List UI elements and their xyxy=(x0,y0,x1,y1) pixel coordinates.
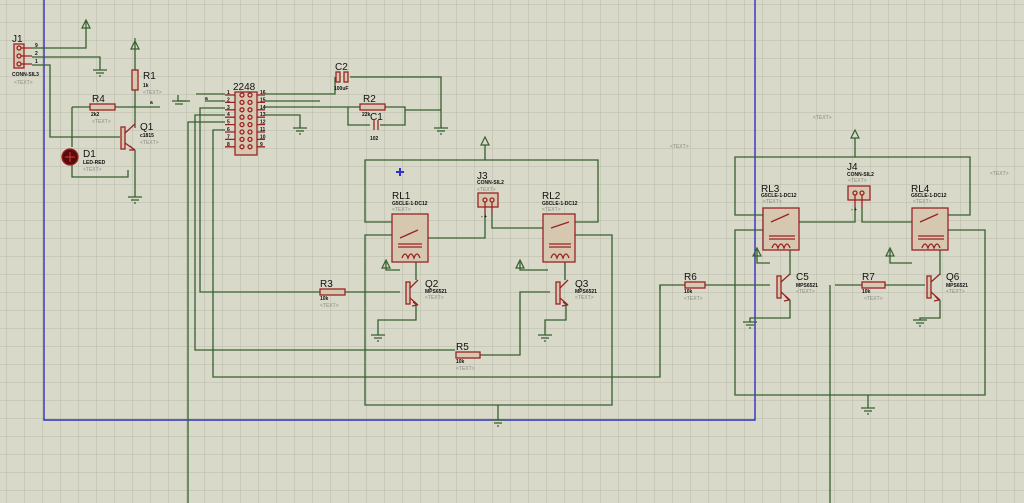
pin-label: 2 xyxy=(35,51,38,57)
text-placeholder: <TEXT> xyxy=(140,140,159,146)
text-placeholder: <TEXT> xyxy=(542,207,561,213)
pin-label: 12 xyxy=(260,120,266,126)
relay-rl1[interactable]: RL1 G5CLE-1-DC12 <TEXT> xyxy=(391,191,429,263)
text-placeholder: <TEXT> xyxy=(83,167,102,173)
schematic-canvas[interactable]: J1 9 2 1 CONN-SIL3 <TEXT> R1 1k <TEXT> R… xyxy=(0,0,1024,503)
relay-rl4[interactable]: RL4 G5CLE-1-DC12 <TEXT> xyxy=(911,184,949,251)
r5-value: 10k xyxy=(456,359,465,365)
pin-label: 8 xyxy=(227,142,230,148)
r5-ref: R5 xyxy=(456,342,469,353)
r3-ref: R3 xyxy=(320,279,333,290)
text-placeholder: <TEXT> xyxy=(848,178,867,184)
text-placeholder: <TEXT> xyxy=(913,199,932,205)
text-placeholder: <TEXT> xyxy=(14,80,33,86)
pin-label: 15 xyxy=(260,97,266,103)
c1-value: 102 xyxy=(370,136,379,142)
text-placeholder: <TEXT> xyxy=(320,303,339,309)
text-placeholder: <TEXT> xyxy=(143,90,162,96)
pin-label: 9 xyxy=(260,142,263,148)
r6-ref: R6 xyxy=(684,272,697,283)
pin-label: 16 xyxy=(260,90,266,96)
r1-value: 1k xyxy=(143,83,149,89)
c2-value: 100uF xyxy=(334,86,348,92)
r7-ref: R7 xyxy=(862,272,875,283)
pin-label: 3 xyxy=(227,105,230,111)
text-placeholder: <TEXT> xyxy=(864,296,883,302)
pin-label: 6 xyxy=(227,127,230,133)
pin-label: 9 xyxy=(35,43,38,49)
pin-label: 1 xyxy=(35,59,38,65)
pin-label: 13 xyxy=(260,112,266,118)
q1-ref: Q1 xyxy=(140,122,154,133)
d1-value: LED-RED xyxy=(83,160,106,166)
pin-label: 14 xyxy=(260,105,266,111)
text-placeholder: <TEXT> xyxy=(763,199,782,205)
text-placeholder: <TEXT> xyxy=(990,171,1009,177)
pin-label: 4 xyxy=(227,112,230,118)
r1-ref: R1 xyxy=(143,71,156,82)
relay-rl3[interactable]: RL3 G5CLE-1-DC12 <TEXT> xyxy=(761,184,800,251)
r7-value: 10k xyxy=(862,289,871,295)
c1-ref: C1 xyxy=(370,112,383,123)
c5-ref: C5 xyxy=(796,272,809,283)
net-label: a xyxy=(205,96,208,102)
pin-label: - + xyxy=(851,207,857,213)
pin-label: 11 xyxy=(260,127,266,133)
r2-ref: R2 xyxy=(363,94,376,105)
r3-value: 10k xyxy=(320,296,329,302)
text-placeholder: <TEXT> xyxy=(477,187,496,193)
net-label: a xyxy=(150,100,153,106)
pin-label: - + xyxy=(481,214,487,220)
text-placeholder: <TEXT> xyxy=(946,289,965,295)
q6-ref: Q6 xyxy=(946,272,960,283)
q1-value: c1815 xyxy=(140,133,154,139)
text-placeholder: <TEXT> xyxy=(670,144,689,150)
pin-label: 1 xyxy=(227,90,230,96)
pin-label: 5 xyxy=(227,120,230,126)
ic-ref: 2248 xyxy=(233,82,256,93)
text-placeholder: <TEXT> xyxy=(425,295,444,301)
text-placeholder: <TEXT> xyxy=(684,296,703,302)
relay-rl2[interactable]: RL2 G5CLE-1-DC12 <TEXT> xyxy=(542,191,578,263)
r4-value: 2k2 xyxy=(91,112,100,118)
text-placeholder: <TEXT> xyxy=(813,115,832,121)
j1-ref: J1 xyxy=(12,34,23,45)
j3-value: CONN-SIL2 xyxy=(477,180,504,186)
text-placeholder: <TEXT> xyxy=(456,366,475,372)
pin-label: 10 xyxy=(260,134,266,140)
d1-ref: D1 xyxy=(83,149,96,160)
pin-label: 7 xyxy=(227,134,230,140)
r6-value: 10k xyxy=(684,289,693,295)
r4-ref: R4 xyxy=(92,94,105,105)
pin-label: 2 xyxy=(227,97,230,103)
text-placeholder: <TEXT> xyxy=(392,207,411,213)
text-placeholder: <TEXT> xyxy=(92,119,111,125)
text-placeholder: <TEXT> xyxy=(796,289,815,295)
text-placeholder: <TEXT> xyxy=(575,295,594,301)
c2-ref: C2 xyxy=(335,62,348,73)
j1-value: CONN-SIL3 xyxy=(12,72,39,78)
